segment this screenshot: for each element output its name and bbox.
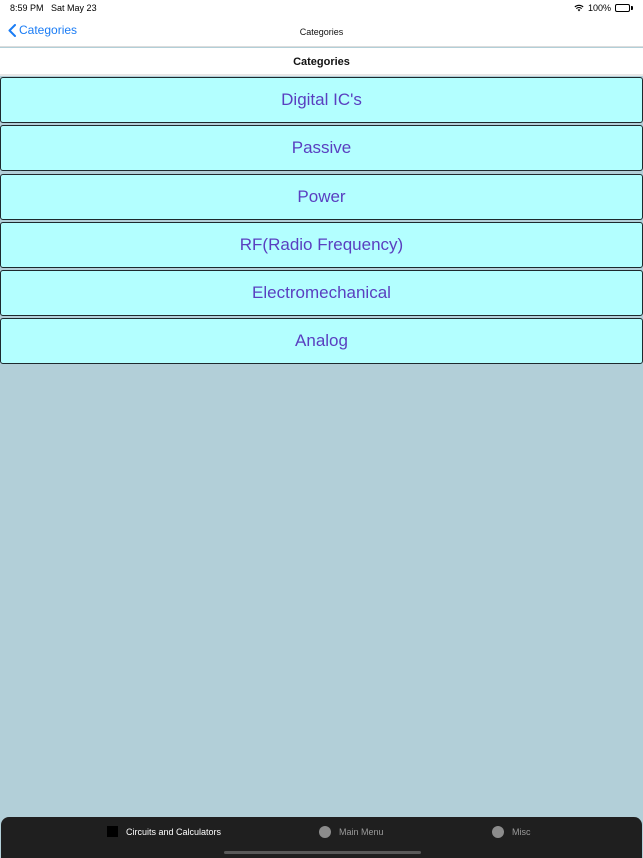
tab-label: Misc (512, 827, 531, 837)
status-right: 100% (574, 3, 633, 13)
category-digital-ics[interactable]: Digital IC's (0, 77, 643, 123)
category-rf[interactable]: RF(Radio Frequency) (0, 221, 643, 268)
tab-label: Main Menu (339, 827, 384, 837)
category-power[interactable]: Power (0, 173, 643, 220)
category-electromechanical[interactable]: Electromechanical (0, 270, 643, 317)
category-analog[interactable]: Analog (0, 318, 643, 365)
tab-misc[interactable]: Misc (492, 826, 531, 838)
tab-label: Circuits and Calculators (126, 826, 222, 837)
category-passive[interactable]: Passive (0, 125, 643, 172)
square-icon (107, 826, 118, 837)
section-header: Categories (0, 48, 643, 76)
category-list: Digital IC's Passive Power RF(Radio Freq… (0, 77, 643, 367)
status-time: 8:59 PM Sat May 23 (10, 3, 97, 13)
battery-icon (615, 4, 633, 12)
status-date-text: Sat May 23 (51, 3, 97, 13)
status-time-text: 8:59 PM (10, 3, 44, 13)
tab-circuits-and-calculators[interactable]: Circuits and Calculators (107, 826, 221, 837)
home-indicator (224, 851, 421, 854)
wifi-icon (574, 4, 584, 12)
circle-icon (319, 826, 331, 838)
tab-bar: Circuits and Calculators Main Menu Misc (1, 817, 642, 858)
status-bar: 8:59 PM Sat May 23 100% (0, 0, 643, 16)
tab-main-menu[interactable]: Main Menu (319, 826, 384, 838)
navigation-bar: Categories Categories (0, 16, 643, 47)
battery-percent: 100% (587, 3, 611, 13)
nav-title: Categories (299, 27, 344, 37)
circle-icon (492, 826, 504, 838)
